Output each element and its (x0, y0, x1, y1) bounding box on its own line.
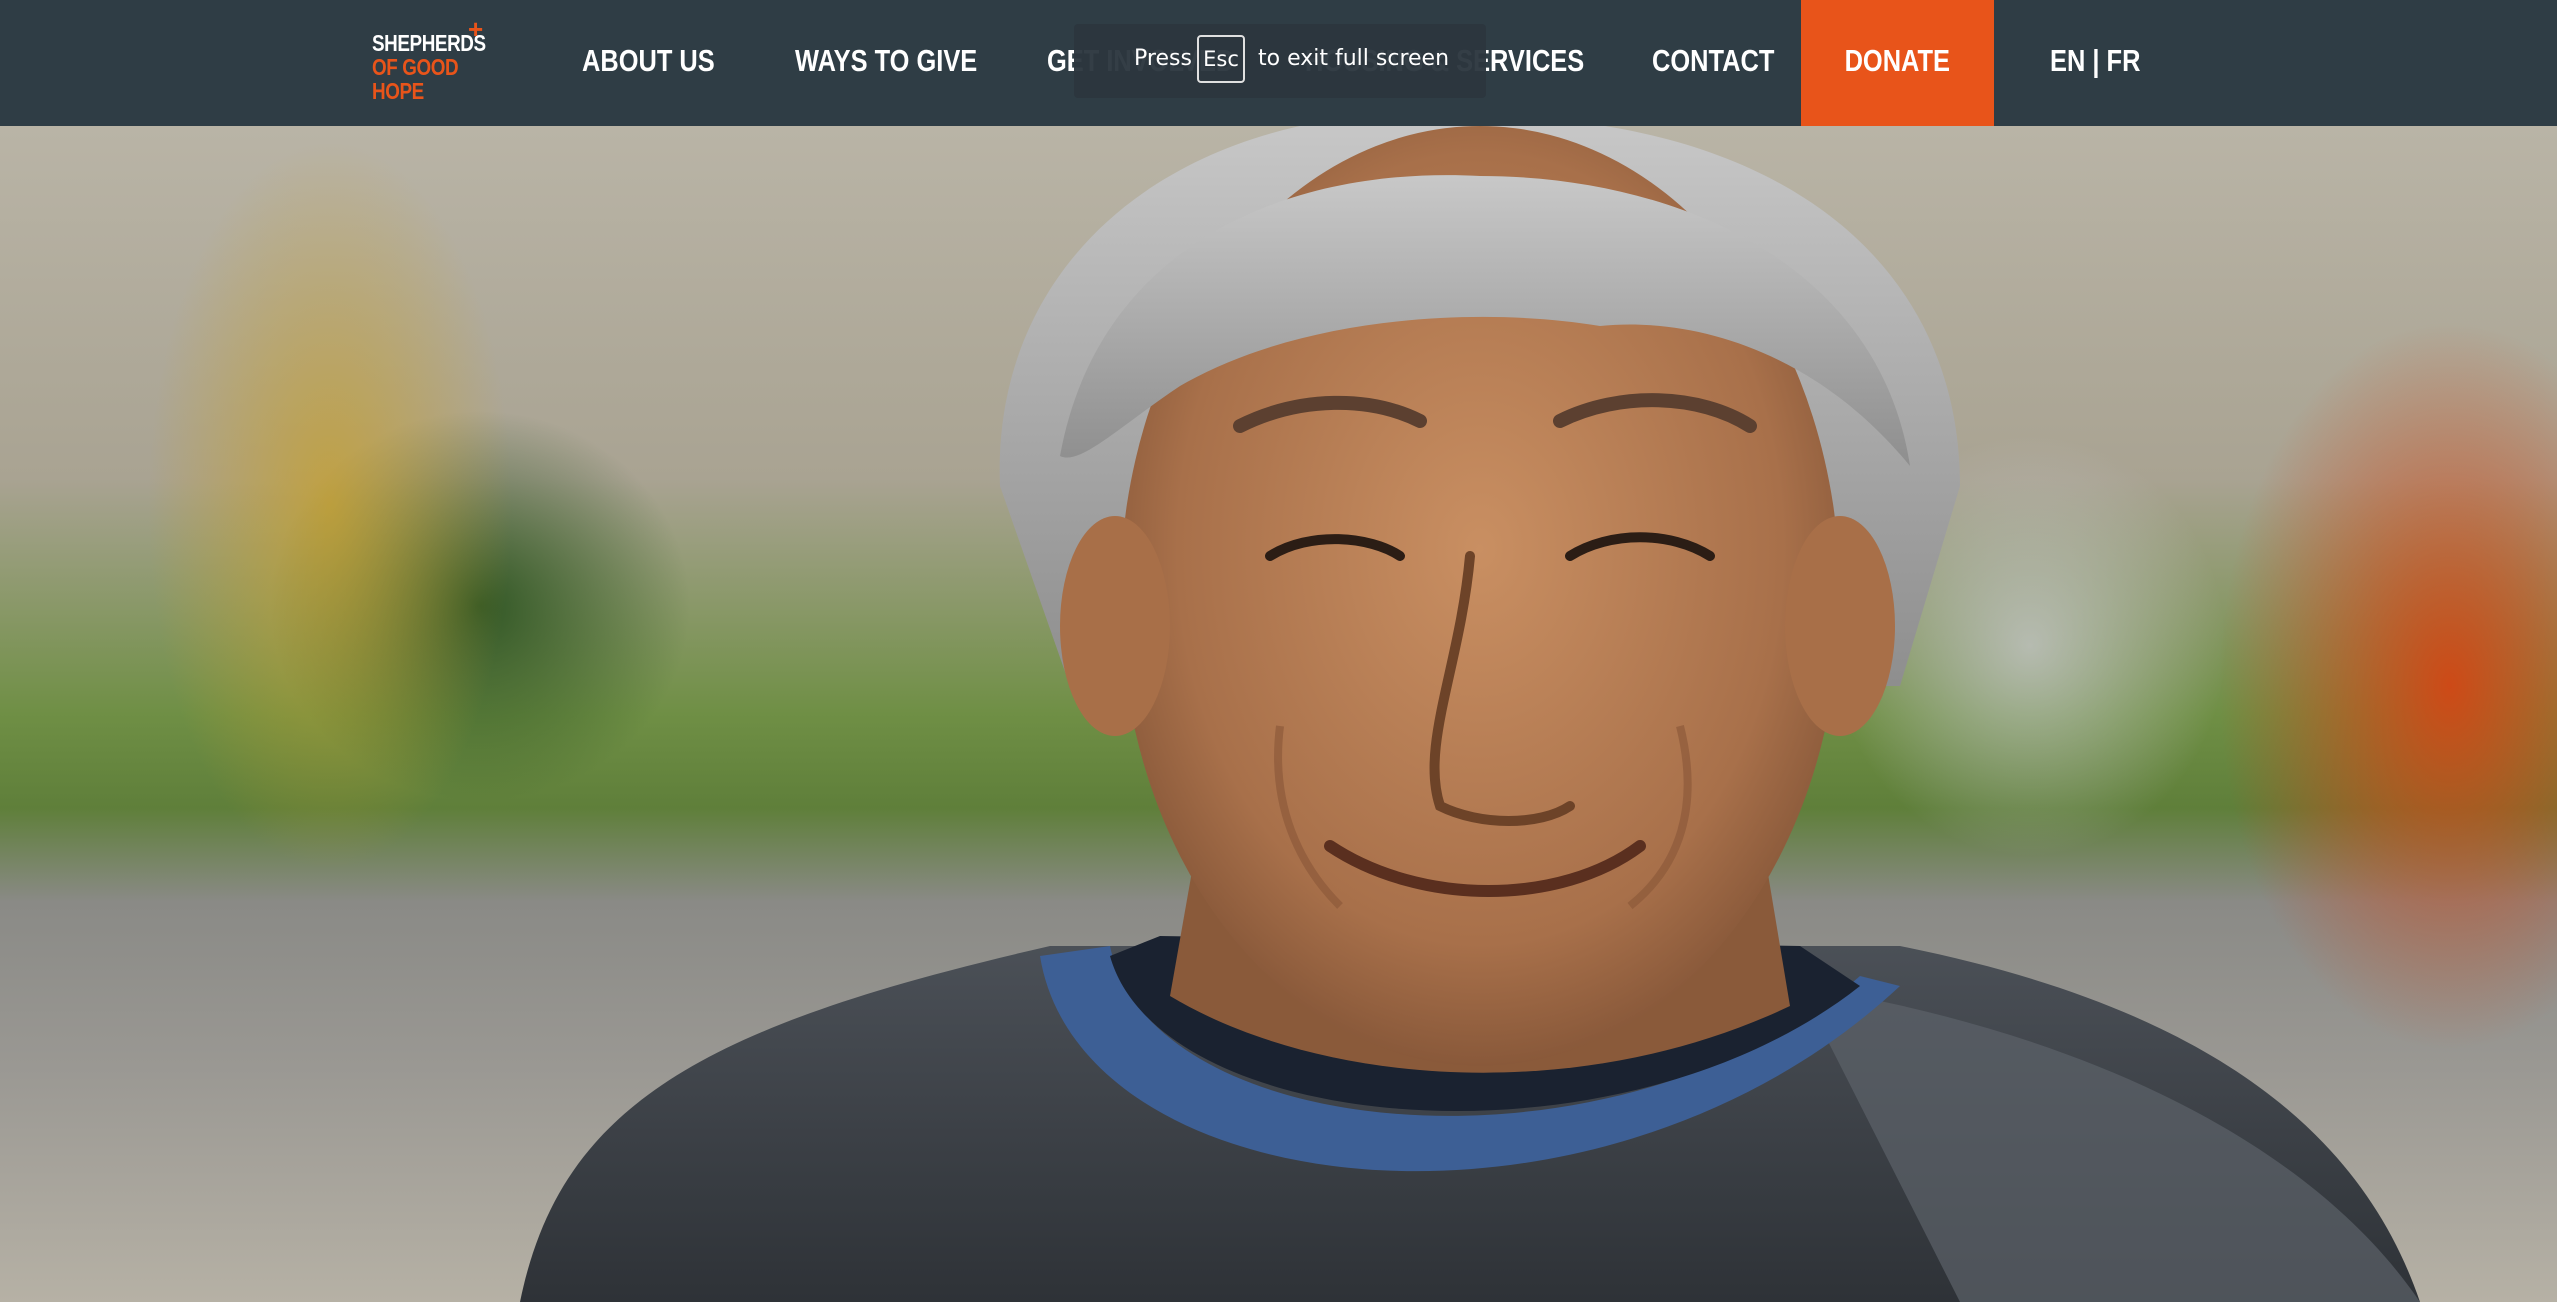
fullscreen-notice: Press Esc to exit full screen (1074, 24, 1486, 98)
logo-text-line-3: HOPE (372, 78, 424, 104)
donate-label: DONATE (1844, 43, 1951, 78)
logo-text-line-2: OF GOOD (372, 54, 459, 80)
hero-image (0, 126, 2557, 1302)
shepherds-of-good-hope-logo[interactable]: SHEPHERDS OF GOOD HOPE + (372, 16, 502, 110)
nav-item-contact[interactable]: CONTACT (1652, 0, 1774, 126)
top-navigation-bar: SHEPHERDS OF GOOD HOPE + ABOUT US WAYS T… (0, 0, 2557, 126)
nav-item-about-us[interactable]: ABOUT US (582, 0, 715, 126)
nav-item-ways-to-give[interactable]: WAYS TO GIVE (795, 0, 977, 126)
fullscreen-notice-exit: to exit full screen (1258, 46, 1450, 71)
esc-key-badge: Esc (1197, 35, 1245, 83)
language-switcher[interactable]: EN | FR (2050, 0, 2140, 126)
hero-portrait (520, 126, 2420, 1302)
donate-button[interactable]: DONATE (1801, 0, 1994, 126)
logo-star-icon: + (468, 14, 484, 44)
fullscreen-notice-press: Press (1134, 46, 1192, 71)
